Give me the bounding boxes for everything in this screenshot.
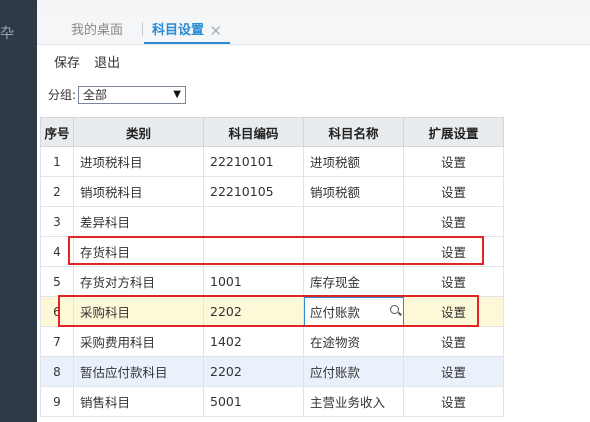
category-cell[interactable]: 差异科目 bbox=[73, 206, 204, 237]
col-header-ext: 扩展设置 bbox=[403, 117, 504, 147]
group-select[interactable]: 全部 ▼ bbox=[78, 86, 186, 104]
category-cell[interactable]: 进项税科目 bbox=[73, 146, 204, 177]
table-row[interactable]: 4 存货科目 设置 bbox=[40, 236, 504, 267]
category-cell[interactable]: 暂估应付款科目 bbox=[73, 356, 204, 387]
category-cell[interactable]: 采购科目 bbox=[73, 296, 204, 327]
code-cell[interactable]: 2202 bbox=[203, 296, 304, 327]
table-row-active[interactable]: 6 采购科目 2202 应付账款 设置 bbox=[40, 296, 504, 327]
row-number: 5 bbox=[40, 266, 74, 297]
settings-link[interactable]: 设置 bbox=[403, 146, 504, 177]
name-cell[interactable]: 应付账款 bbox=[303, 356, 404, 387]
table-row[interactable]: 7 采购费用科目 1402 在途物资 设置 bbox=[40, 326, 504, 357]
col-header-code: 科目编码 bbox=[203, 117, 304, 147]
category-cell[interactable]: 存货对方科目 bbox=[73, 266, 204, 297]
settings-link[interactable]: 设置 bbox=[403, 296, 504, 327]
tab-my-desktop[interactable]: 我的桌面 bbox=[71, 12, 123, 44]
search-icon[interactable] bbox=[390, 305, 399, 314]
category-cell[interactable]: 存货科目 bbox=[73, 236, 204, 267]
code-cell[interactable]: 1402 bbox=[203, 326, 304, 357]
tab-bar: 我的桌面 科目设置 ✕ bbox=[37, 12, 590, 45]
tab-account-settings[interactable]: 科目设置 ✕ bbox=[144, 12, 231, 44]
settings-link[interactable]: 设置 bbox=[403, 356, 504, 387]
left-nav-bar: 卆 bbox=[0, 0, 37, 422]
table-row[interactable]: 2 销项税科目 22210105 销项税额 设置 bbox=[40, 176, 504, 207]
code-cell[interactable]: 22210105 bbox=[203, 176, 304, 207]
col-header-category: 类别 bbox=[73, 117, 204, 147]
code-cell[interactable]: 22210101 bbox=[203, 146, 304, 177]
settings-link[interactable]: 设置 bbox=[403, 176, 504, 207]
code-cell[interactable] bbox=[203, 206, 304, 237]
row-number: 2 bbox=[40, 176, 74, 207]
toolbar: 保存 退出 bbox=[54, 52, 130, 71]
name-cell[interactable]: 主营业务收入 bbox=[303, 386, 404, 417]
row-number: 4 bbox=[40, 236, 74, 267]
settings-link[interactable]: 设置 bbox=[403, 326, 504, 357]
settings-link[interactable]: 设置 bbox=[403, 236, 504, 267]
name-cell[interactable] bbox=[303, 206, 404, 237]
code-cell[interactable]: 2202 bbox=[203, 356, 304, 387]
row-number: 6 bbox=[40, 296, 74, 327]
table-row[interactable]: 5 存货对方科目 1001 库存现金 设置 bbox=[40, 266, 504, 297]
name-cell[interactable]: 进项税额 bbox=[303, 146, 404, 177]
group-select-value: 全部 bbox=[83, 88, 108, 102]
save-button[interactable]: 保存 bbox=[54, 56, 80, 71]
tab-divider bbox=[142, 22, 143, 36]
settings-link[interactable]: 设置 bbox=[403, 206, 504, 237]
name-cell[interactable]: 在途物资 bbox=[303, 326, 404, 357]
settings-link[interactable]: 设置 bbox=[403, 266, 504, 297]
category-cell[interactable]: 采购费用科目 bbox=[73, 326, 204, 357]
code-cell[interactable]: 5001 bbox=[203, 386, 304, 417]
col-header-name: 科目名称 bbox=[303, 117, 404, 147]
row-number: 1 bbox=[40, 146, 74, 177]
group-label: 分组: bbox=[48, 88, 77, 102]
table-row[interactable]: 9 销售科目 5001 主营业务收入 设置 bbox=[40, 386, 504, 417]
dropdown-arrow-icon: ▼ bbox=[173, 89, 181, 100]
tab-label: 科目设置 bbox=[152, 23, 205, 38]
code-cell[interactable]: 1001 bbox=[203, 266, 304, 297]
account-settings-table: 序号 类别 科目编码 科目名称 扩展设置 1 进项税科目 22210101 进项… bbox=[40, 117, 504, 417]
row-number: 3 bbox=[40, 206, 74, 237]
name-cell-value: 应付账款 bbox=[310, 305, 361, 320]
name-cell-editing[interactable]: 应付账款 bbox=[303, 296, 404, 327]
table-header-row: 序号 类别 科目编码 科目名称 扩展设置 bbox=[40, 117, 504, 147]
col-header-no: 序号 bbox=[40, 117, 74, 147]
nav-glyph-icon[interactable]: 卆 bbox=[0, 22, 14, 46]
name-cell[interactable]: 库存现金 bbox=[303, 266, 404, 297]
row-number: 8 bbox=[40, 356, 74, 387]
active-tab-underline bbox=[144, 42, 231, 44]
table-row-selected[interactable]: 8 暂估应付款科目 2202 应付账款 设置 bbox=[40, 356, 504, 387]
category-cell[interactable]: 销项税科目 bbox=[73, 176, 204, 207]
name-cell[interactable]: 销项税额 bbox=[303, 176, 404, 207]
row-number: 9 bbox=[40, 386, 74, 417]
name-cell[interactable] bbox=[303, 236, 404, 267]
code-cell[interactable] bbox=[203, 236, 304, 267]
exit-button[interactable]: 退出 bbox=[94, 56, 120, 71]
row-number: 7 bbox=[40, 326, 74, 357]
table-row[interactable]: 1 进项税科目 22210101 进项税额 设置 bbox=[40, 146, 504, 177]
settings-link[interactable]: 设置 bbox=[403, 386, 504, 417]
table-row[interactable]: 3 差异科目 设置 bbox=[40, 206, 504, 237]
close-icon[interactable]: ✕ bbox=[209, 12, 222, 50]
category-cell[interactable]: 销售科目 bbox=[73, 386, 204, 417]
